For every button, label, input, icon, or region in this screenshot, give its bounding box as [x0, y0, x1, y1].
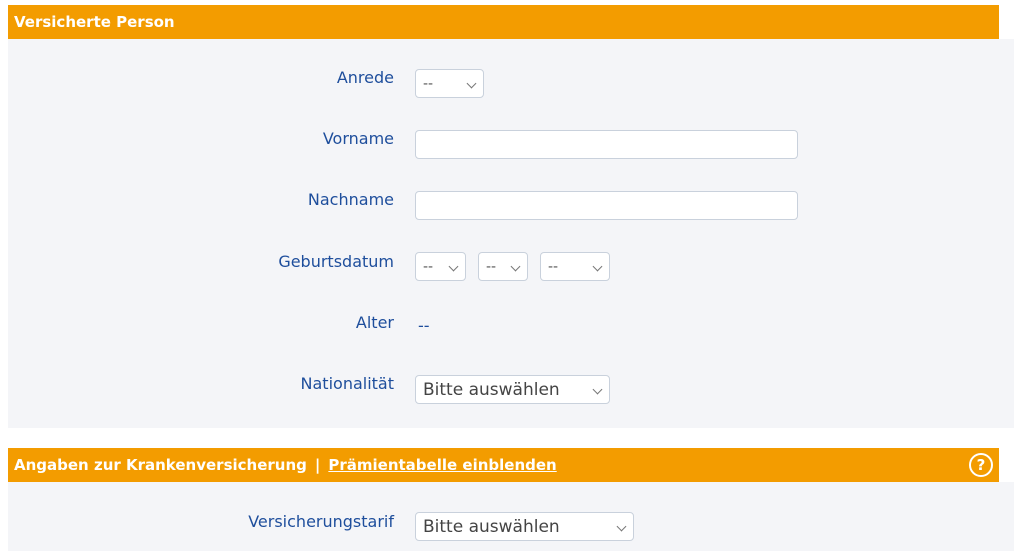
- nationalitaet-select[interactable]: Bitte auswählen: [415, 375, 610, 404]
- section-title: Angaben zur Krankenversicherung: [14, 456, 307, 474]
- versicherungstarif-select[interactable]: Bitte auswählen: [415, 512, 634, 541]
- praemientabelle-link[interactable]: Prämientabelle einblenden: [328, 456, 556, 474]
- anrede-value: --: [423, 76, 434, 92]
- day-value: --: [423, 259, 434, 275]
- geburtsdatum-month-select[interactable]: --: [478, 252, 528, 281]
- title-separator: |: [314, 456, 321, 474]
- alter-value: --: [418, 316, 430, 335]
- nationalitaet-value: Bitte auswählen: [423, 380, 560, 400]
- chevron-down-icon: [592, 261, 603, 272]
- vorname-field[interactable]: [415, 130, 798, 159]
- nachname-label: Nachname: [307, 190, 394, 209]
- section-versicherte-person-body: [8, 39, 1014, 428]
- month-value: --: [486, 259, 497, 275]
- geburtsdatum-day-select[interactable]: --: [415, 252, 466, 281]
- year-value: --: [548, 259, 559, 275]
- anrede-select[interactable]: --: [415, 69, 484, 98]
- versicherungstarif-value: Bitte auswählen: [423, 517, 560, 537]
- chevron-down-icon: [592, 384, 603, 395]
- section-title: Versicherte Person: [14, 13, 175, 31]
- alter-label: Alter: [355, 313, 394, 332]
- section-header-krankenversicherung: Angaben zur Krankenversicherung | Prämient…: [8, 448, 999, 482]
- chevron-down-icon: [616, 521, 627, 532]
- versicherungstarif-label: Versicherungstarif: [248, 512, 394, 531]
- section-header-versicherte-person: Versicherte Person: [8, 5, 999, 39]
- anrede-label: Anrede: [336, 68, 394, 87]
- geburtsdatum-year-select[interactable]: --: [540, 252, 610, 281]
- geburtsdatum-label: Geburtsdatum: [278, 252, 394, 271]
- chevron-down-icon: [466, 78, 477, 89]
- nationalitaet-label: Nationalität: [300, 374, 394, 393]
- vorname-label: Vorname: [322, 129, 394, 148]
- chevron-down-icon: [448, 261, 459, 272]
- help-icon[interactable]: ?: [969, 453, 993, 477]
- nachname-field[interactable]: [415, 191, 798, 220]
- chevron-down-icon: [510, 261, 521, 272]
